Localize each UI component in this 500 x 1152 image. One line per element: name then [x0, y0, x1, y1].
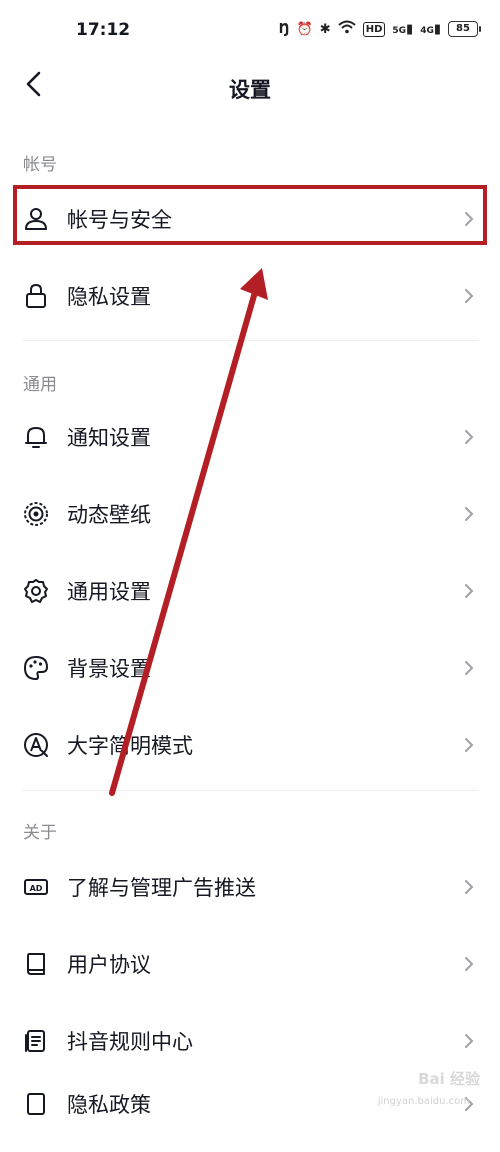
signal-4g-icon: 4G▮ [420, 21, 441, 37]
watermark-url: jingyan.baidu.com [377, 1096, 470, 1107]
live-wallpaper-icon [22, 500, 50, 528]
chevron-right-icon [462, 736, 476, 754]
alarm-icon: ⏰ [296, 21, 313, 37]
bell-icon [22, 423, 50, 451]
lock-icon [22, 282, 50, 310]
status-time: 17:12 [76, 20, 131, 40]
wifi-icon [338, 20, 356, 38]
section-divider [23, 340, 478, 341]
chevron-right-icon [462, 659, 476, 677]
signal-5g-icon: 5G▮ [392, 21, 414, 37]
settings-item-user-agreement[interactable]: 用户协议 [0, 927, 500, 1001]
palette-icon [22, 654, 50, 682]
settings-item-label: 通知设置 [67, 426, 151, 450]
settings-item-label: 背景设置 [67, 657, 151, 681]
battery-level: 85 [456, 23, 470, 34]
chevron-right-icon [462, 582, 476, 600]
settings-item-label: 抖音规则中心 [67, 1030, 193, 1054]
header: 设置 [0, 62, 500, 114]
settings-item-label: 了解与管理广告推送 [67, 876, 256, 900]
settings-item-live-wallpaper[interactable]: 动态壁纸 [0, 477, 500, 551]
hd-icon: HD [362, 21, 386, 37]
svg-text:AD: AD [30, 884, 43, 893]
highlight-box [13, 185, 487, 245]
section-label-general: 通用 [23, 375, 57, 395]
status-icons: Ŋ ⏰ ✱ HD 5G▮ 4G▮ 85 [278, 20, 481, 38]
chevron-right-icon [462, 287, 476, 305]
settings-item-large-font-mode[interactable]: 大字简明模式 [0, 708, 500, 782]
font-size-icon [22, 731, 50, 759]
chevron-right-icon [462, 428, 476, 446]
settings-item-label: 动态壁纸 [67, 503, 151, 527]
chevron-right-icon [462, 1032, 476, 1050]
battery-icon: 85 [448, 21, 481, 37]
status-bar: 17:12 Ŋ ⏰ ✱ HD 5G▮ 4G▮ 85 [0, 0, 500, 62]
settings-item-label: 通用设置 [67, 580, 151, 604]
settings-item-label: 大字简明模式 [67, 734, 193, 758]
settings-item-ad-preferences[interactable]: AD 了解与管理广告推送 [0, 850, 500, 924]
settings-item-label: 用户协议 [67, 953, 151, 977]
settings-item-background[interactable]: 背景设置 [0, 631, 500, 705]
rules-doc-icon [22, 1027, 50, 1055]
settings-item-general-settings[interactable]: 通用设置 [0, 554, 500, 628]
ad-icon: AD [22, 873, 50, 901]
settings-item-privacy[interactable]: 隐私设置 [0, 259, 500, 333]
section-label-about: 关于 [23, 823, 57, 843]
chevron-right-icon [462, 505, 476, 523]
section-label-account: 帐号 [23, 155, 57, 175]
watermark: Bai 经验 [418, 1070, 480, 1088]
nfc-icon: Ŋ [278, 21, 290, 37]
book-icon [22, 950, 50, 978]
settings-item-rules-center[interactable]: 抖音规则中心 [0, 1004, 500, 1078]
privacy-doc-icon [22, 1090, 50, 1118]
chevron-right-icon [462, 955, 476, 973]
settings-item-notifications[interactable]: 通知设置 [0, 400, 500, 474]
settings-item-label: 隐私设置 [67, 285, 151, 309]
chevron-right-icon [462, 878, 476, 896]
section-divider [23, 790, 478, 791]
gear-icon [22, 577, 50, 605]
bluetooth-icon: ✱ [319, 21, 331, 37]
settings-item-privacy-policy[interactable]: 隐私政策 [0, 1078, 500, 1152]
settings-item-label: 隐私政策 [67, 1093, 151, 1117]
page-title: 设置 [229, 78, 271, 102]
